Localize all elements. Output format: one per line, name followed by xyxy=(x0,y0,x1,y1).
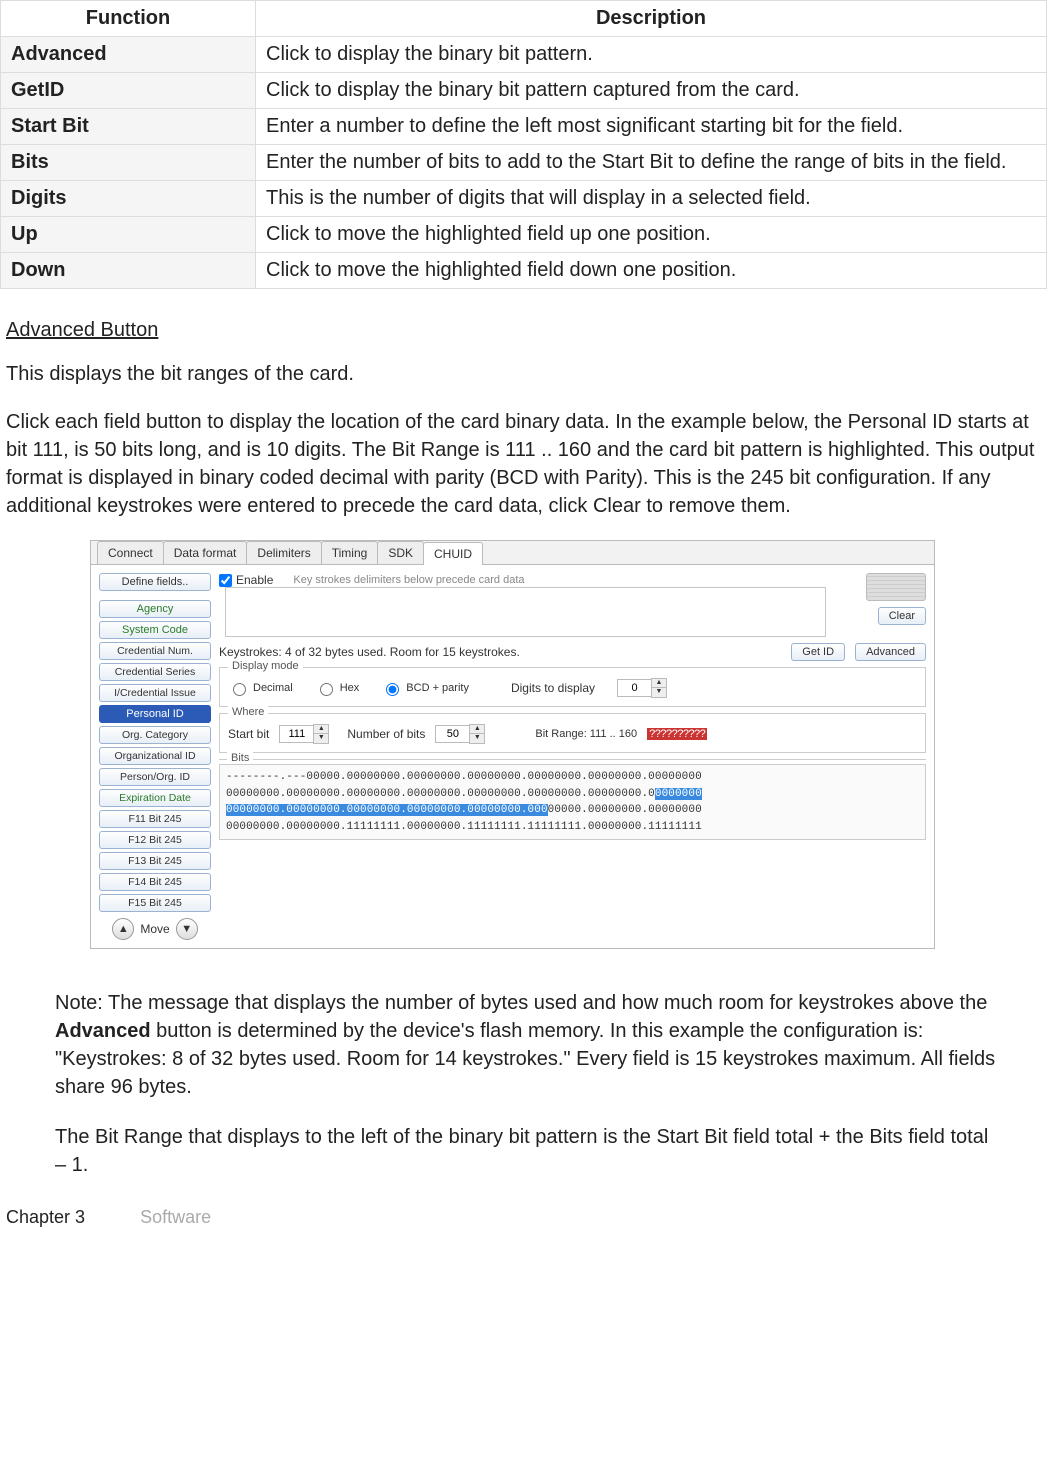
field-f15[interactable]: F15 Bit 245 xyxy=(99,894,211,912)
field-system-code[interactable]: System Code xyxy=(99,621,211,639)
bits-group: Bits --------.---00000.00000000.00000000… xyxy=(219,759,926,840)
note-bit-range: The Bit Range that displays to the left … xyxy=(55,1123,997,1179)
field-credential-num[interactable]: Credential Num. xyxy=(99,642,211,660)
bytes-message: Keystrokes: 4 of 32 bytes used. Room for… xyxy=(219,645,520,659)
radio-decimal[interactable]: Decimal xyxy=(228,680,293,696)
fields-sidebar: Define fields.. Agency System Code Crede… xyxy=(99,573,211,940)
field-f12[interactable]: F12 Bit 245 xyxy=(99,831,211,849)
table-row: Start BitEnter a number to define the le… xyxy=(1,109,1047,145)
start-bit-spinner[interactable]: ▲▼ xyxy=(279,724,329,744)
field-f14[interactable]: F14 Bit 245 xyxy=(99,873,211,891)
table-row: DigitsThis is the number of digits that … xyxy=(1,181,1047,217)
display-mode-group: Display mode Decimal Hex BCD + parity Di… xyxy=(219,667,926,707)
tab-delimiters[interactable]: Delimiters xyxy=(246,541,321,564)
chevron-down-icon[interactable]: ▼ xyxy=(470,734,484,743)
tabstrip: Connect Data format Delimiters Timing SD… xyxy=(91,541,934,565)
where-legend: Where xyxy=(228,706,268,718)
function-table: Function Description AdvancedClick to di… xyxy=(0,0,1047,289)
define-fields-button[interactable]: Define fields.. xyxy=(99,573,211,591)
digits-spinner[interactable]: ▲▼ xyxy=(617,678,667,698)
chevron-up-icon[interactable]: ▲ xyxy=(652,679,666,688)
col-function-header: Function xyxy=(1,1,256,37)
keyboard-icon xyxy=(866,573,926,601)
bit-range-unknown: ?????????? xyxy=(647,728,707,740)
table-row: AdvancedClick to display the binary bit … xyxy=(1,37,1047,73)
field-organizational-id[interactable]: Organizational ID xyxy=(99,747,211,765)
tab-connect[interactable]: Connect xyxy=(97,541,164,564)
tab-dataformat[interactable]: Data format xyxy=(163,541,248,564)
chevron-down-icon[interactable]: ▼ xyxy=(314,734,328,743)
bits-output: --------.---00000.00000000.00000000.0000… xyxy=(219,764,926,840)
enable-checkbox[interactable]: Enable xyxy=(219,573,273,587)
keystrokes-textarea[interactable] xyxy=(225,587,826,637)
advanced-intro-p2: Click each field button to display the l… xyxy=(6,408,1041,520)
col-description-header: Description xyxy=(256,1,1047,37)
radio-hex[interactable]: Hex xyxy=(315,680,360,696)
tab-timing[interactable]: Timing xyxy=(321,541,379,564)
table-row: GetIDClick to display the binary bit pat… xyxy=(1,73,1047,109)
field-person-org-id[interactable]: Person/Org. ID xyxy=(99,768,211,786)
advanced-intro-p1: This displays the bit ranges of the card… xyxy=(6,360,1041,388)
chevron-up-icon[interactable]: ▲ xyxy=(314,725,328,734)
table-row: BitsEnter the number of bits to add to t… xyxy=(1,145,1047,181)
getid-button[interactable]: Get ID xyxy=(791,643,845,661)
where-group: Where Start bit ▲▼ Number of bits ▲▼ Bit… xyxy=(219,713,926,753)
footer-chapter: Chapter 3 xyxy=(6,1207,85,1227)
clear-button[interactable]: Clear xyxy=(878,607,926,625)
page-footer: Chapter 3 Software xyxy=(0,1201,1047,1238)
num-bits-spinner[interactable]: ▲▼ xyxy=(435,724,485,744)
field-personal-id[interactable]: Personal ID xyxy=(99,705,211,723)
chevron-down-icon[interactable]: ▼ xyxy=(652,688,666,697)
num-bits-label: Number of bits xyxy=(347,727,425,741)
digits-label: Digits to display xyxy=(511,681,595,695)
footer-software: Software xyxy=(140,1207,211,1227)
chevron-up-icon[interactable]: ▲ xyxy=(470,725,484,734)
move-down-button[interactable]: ▼ xyxy=(176,918,198,940)
field-org-category[interactable]: Org. Category xyxy=(99,726,211,744)
start-bit-label: Start bit xyxy=(228,727,269,741)
bit-range-label: Bit Range: 111 .. 160 xyxy=(535,728,637,740)
field-credential-issue[interactable]: I/Credential Issue xyxy=(99,684,211,702)
advanced-button[interactable]: Advanced xyxy=(855,643,926,661)
table-row: DownClick to move the highlighted field … xyxy=(1,253,1047,289)
keystrokes-hint: Key strokes delimiters below precede car… xyxy=(293,574,524,586)
table-row: UpClick to move the highlighted field up… xyxy=(1,217,1047,253)
tab-sdk[interactable]: SDK xyxy=(377,541,424,564)
bits-legend: Bits xyxy=(227,752,253,764)
advanced-button-heading: Advanced Button xyxy=(6,319,1041,342)
field-credential-series[interactable]: Credential Series xyxy=(99,663,211,681)
chuid-screenshot: Connect Data format Delimiters Timing SD… xyxy=(90,540,935,949)
field-f11[interactable]: F11 Bit 245 xyxy=(99,810,211,828)
note-flash-memory: Note: The message that displays the numb… xyxy=(55,989,997,1101)
field-expiration-date[interactable]: Expiration Date xyxy=(99,789,211,807)
display-mode-legend: Display mode xyxy=(228,660,303,672)
move-up-button[interactable]: ▲ xyxy=(112,918,134,940)
tab-chuid[interactable]: CHUID xyxy=(423,542,483,565)
field-agency[interactable]: Agency xyxy=(99,600,211,618)
move-label: Move xyxy=(140,922,169,936)
field-f13[interactable]: F13 Bit 245 xyxy=(99,852,211,870)
radio-bcd[interactable]: BCD + parity xyxy=(381,680,469,696)
